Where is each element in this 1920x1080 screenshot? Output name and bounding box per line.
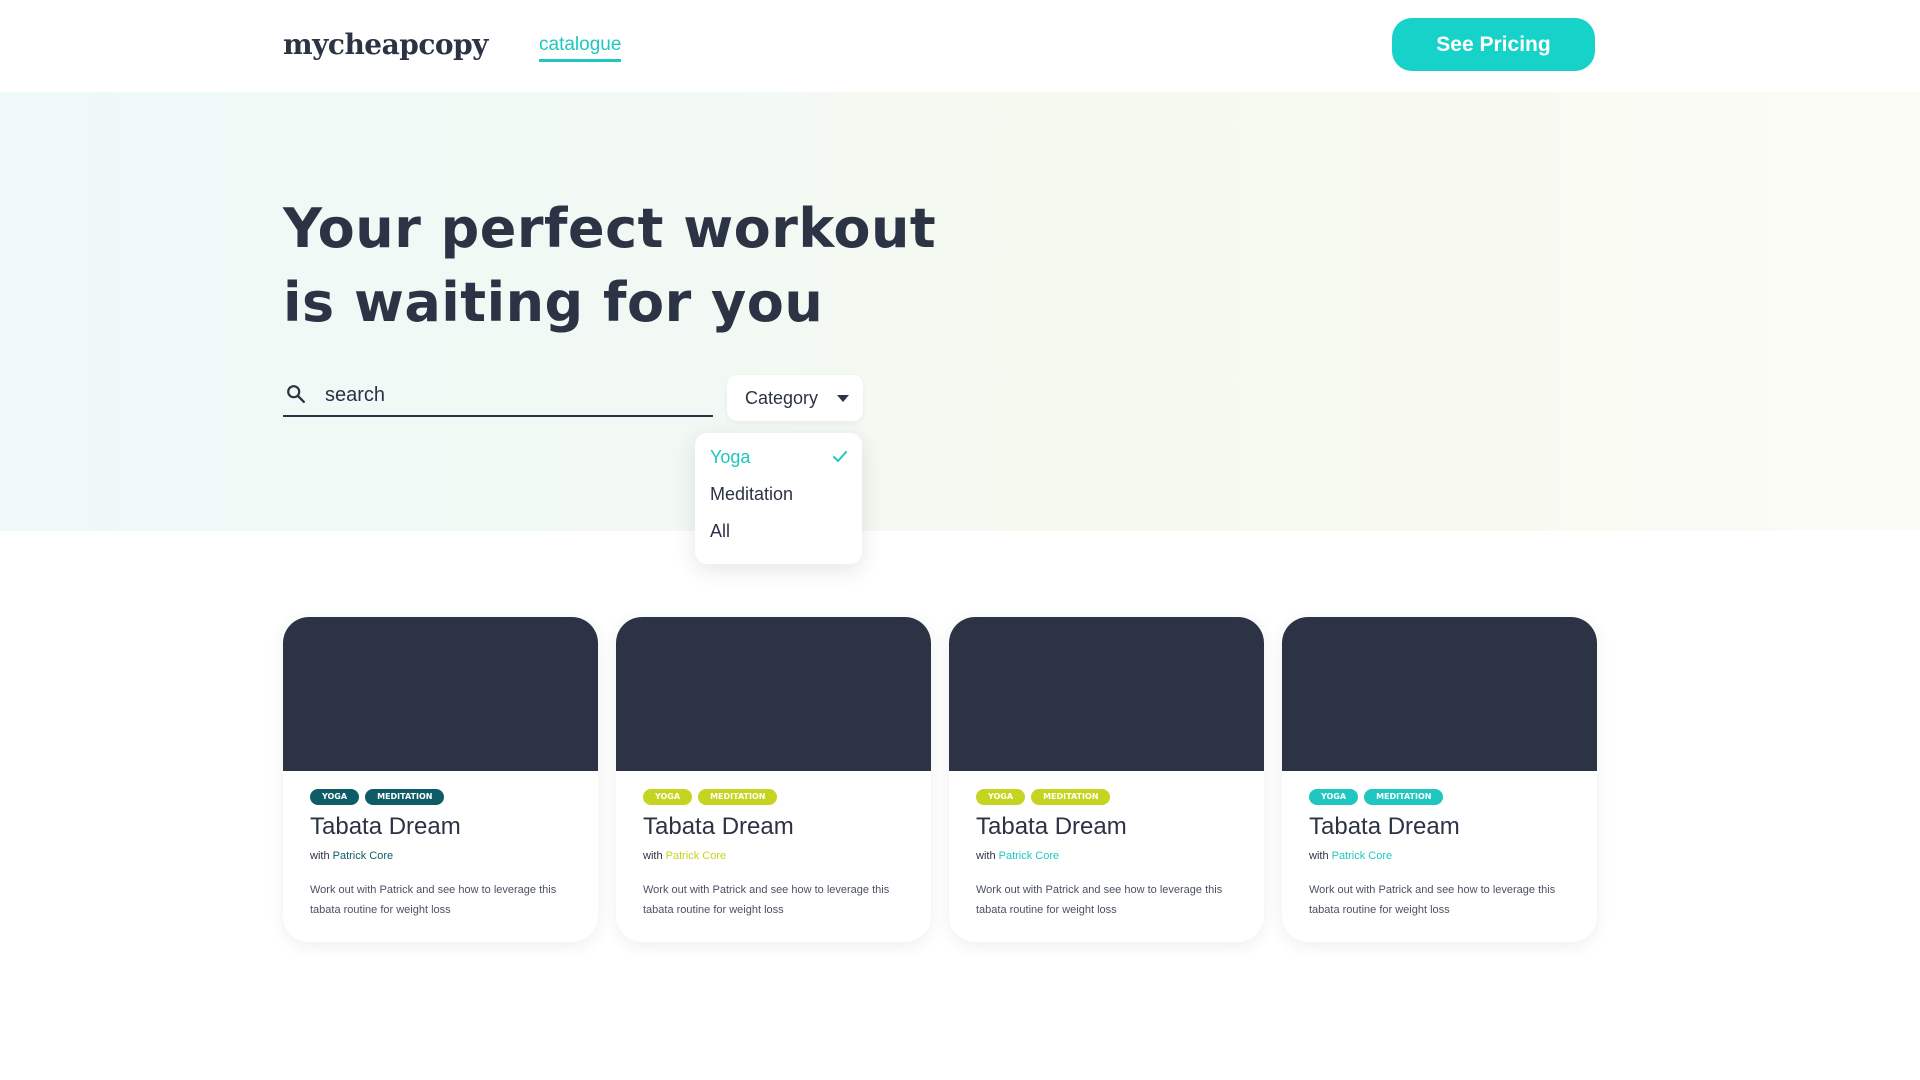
title-line-1: Your perfect workout <box>283 197 937 260</box>
card-description: Work out with Patrick and see how to lev… <box>1309 884 1556 916</box>
title-line-2: is waiting for you <box>283 271 824 334</box>
tag-meditation[interactable]: MEDITATION <box>1031 789 1111 805</box>
dropdown-option-all[interactable]: All <box>695 513 862 550</box>
tag-yoga[interactable]: YOGA <box>1309 789 1359 805</box>
card-thumbnail <box>1282 617 1597 771</box>
tag-meditation[interactable]: MEDITATION <box>1364 789 1444 805</box>
with-prefix: with <box>310 850 330 862</box>
workout-card[interactable]: YOGA MEDITATION Tabata Dream with Patric… <box>283 617 598 942</box>
card-thumbnail <box>283 617 598 771</box>
card-tags: YOGA MEDITATION <box>976 789 1111 805</box>
dropdown-option-label: Yoga <box>710 447 751 467</box>
card-instructor-line: with Patrick Core <box>643 850 726 862</box>
dropdown-option-label: Meditation <box>710 484 794 504</box>
card-instructor-line: with Patrick Core <box>1309 850 1392 862</box>
category-dropdown-menu: Yoga Meditation All <box>695 433 862 564</box>
dropdown-option-label: All <box>710 521 731 541</box>
with-prefix: with <box>1309 850 1329 862</box>
card-thumbnail <box>949 617 1264 771</box>
card-description: Work out with Patrick and see how to lev… <box>976 884 1223 916</box>
instructor-link[interactable]: Patrick Core <box>666 850 727 862</box>
hero-section: Your perfect workout is waiting for you … <box>0 92 1920 531</box>
card-thumbnail <box>616 617 931 771</box>
with-prefix: with <box>643 850 663 862</box>
logo[interactable]: mycheapcopy <box>283 28 488 61</box>
tag-yoga[interactable]: YOGA <box>976 789 1026 805</box>
card-instructor-line: with Patrick Core <box>976 850 1059 862</box>
tag-meditation[interactable]: MEDITATION <box>698 789 778 805</box>
nav-link-catalogue[interactable]: catalogue <box>539 34 622 62</box>
see-pricing-button[interactable]: See Pricing <box>1392 18 1595 71</box>
workout-card-list: YOGA MEDITATION Tabata Dream with Patric… <box>283 617 1597 942</box>
workout-card[interactable]: YOGA MEDITATION Tabata Dream with Patric… <box>949 617 1264 942</box>
category-label: Category <box>745 387 819 408</box>
card-description: Work out with Patrick and see how to lev… <box>310 884 557 916</box>
workout-card[interactable]: YOGA MEDITATION Tabata Dream with Patric… <box>616 617 931 942</box>
tag-yoga[interactable]: YOGA <box>310 789 360 805</box>
instructor-link[interactable]: Patrick Core <box>999 850 1060 862</box>
page-title: Your perfect workout is waiting for you <box>283 192 983 340</box>
card-title: Tabata Dream <box>310 813 461 840</box>
card-tags: YOGA MEDITATION <box>643 789 778 805</box>
tag-yoga[interactable]: YOGA <box>643 789 693 805</box>
chevron-down-icon <box>837 395 849 402</box>
search-input[interactable] <box>323 379 703 411</box>
card-description: Work out with Patrick and see how to lev… <box>643 884 890 916</box>
card-title: Tabata Dream <box>643 813 794 840</box>
with-prefix: with <box>976 850 996 862</box>
tag-meditation[interactable]: MEDITATION <box>365 789 445 805</box>
card-title: Tabata Dream <box>1309 813 1460 840</box>
workout-card[interactable]: YOGA MEDITATION Tabata Dream with Patric… <box>1282 617 1597 942</box>
instructor-link[interactable]: Patrick Core <box>1332 850 1393 862</box>
card-instructor-line: with Patrick Core <box>310 850 393 862</box>
search-icon[interactable] <box>285 383 307 405</box>
category-dropdown-button[interactable]: Category <box>727 375 863 421</box>
card-title: Tabata Dream <box>976 813 1127 840</box>
instructor-link[interactable]: Patrick Core <box>333 850 394 862</box>
card-tags: YOGA MEDITATION <box>310 789 445 805</box>
check-icon <box>833 451 847 462</box>
search-bar <box>283 377 713 417</box>
dropdown-option-yoga[interactable]: Yoga <box>695 439 862 476</box>
card-tags: YOGA MEDITATION <box>1309 789 1444 805</box>
site-header: mycheapcopy catalogue See Pricing <box>0 0 1920 92</box>
dropdown-option-meditation[interactable]: Meditation <box>695 476 862 513</box>
